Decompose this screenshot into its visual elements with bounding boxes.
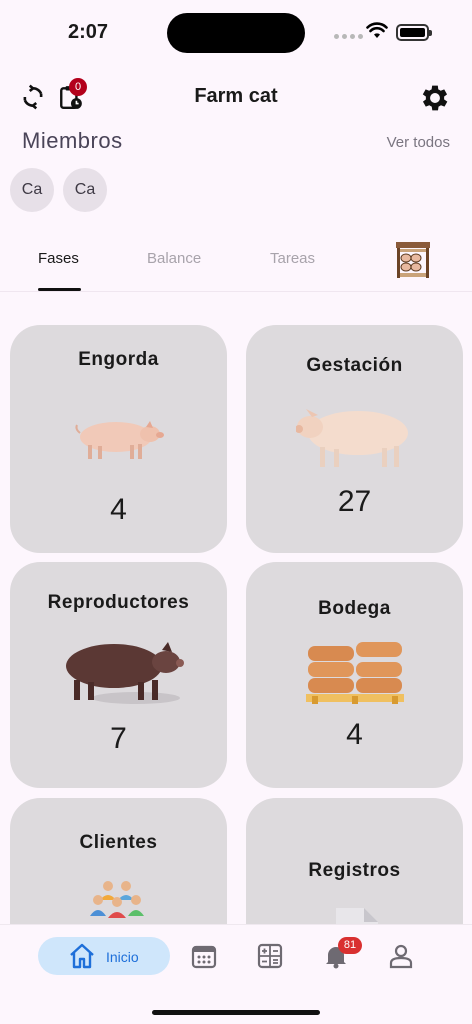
cellular-signal-icon xyxy=(334,34,363,39)
member-avatar[interactable]: Ca xyxy=(63,168,107,212)
card-engorda[interactable]: Engorda 4 xyxy=(10,325,227,553)
wifi-icon xyxy=(366,22,388,38)
calculator-icon[interactable] xyxy=(257,943,283,969)
card-count: 7 xyxy=(110,722,127,755)
document-icon xyxy=(336,908,378,924)
feed-sacks-icon xyxy=(306,642,404,704)
profile-icon[interactable] xyxy=(388,943,414,969)
status-time: 2:07 xyxy=(68,21,109,43)
bottom-navigation: Inicio 81 xyxy=(0,924,472,1024)
active-tab-indicator xyxy=(38,288,81,291)
see-all-link[interactable]: Ver todos xyxy=(387,134,450,151)
tab-fases[interactable]: Fases xyxy=(38,250,79,267)
notifications-badge: 81 xyxy=(338,937,362,954)
member-avatar[interactable]: Ca xyxy=(10,168,54,212)
card-title: Registros xyxy=(308,860,401,881)
card-title: Gestación xyxy=(306,355,403,376)
dynamic-island xyxy=(167,13,305,53)
card-title: Clientes xyxy=(79,832,158,853)
home-icon xyxy=(70,943,94,969)
app-title: Farm cat xyxy=(194,85,278,107)
card-reproductores[interactable]: Reproductores 7 xyxy=(10,562,227,788)
pig-farm-icon[interactable] xyxy=(394,240,432,280)
card-clientes[interactable]: Clientes xyxy=(10,798,227,924)
calendar-icon[interactable] xyxy=(191,943,217,969)
tab-balance[interactable]: Balance xyxy=(147,250,201,267)
nav-home-label: Inicio xyxy=(106,949,139,965)
home-indicator xyxy=(152,1010,320,1015)
battery-icon xyxy=(396,24,432,41)
nav-home[interactable]: Inicio xyxy=(38,937,170,975)
card-bodega[interactable]: Bodega 4 xyxy=(246,562,463,788)
pig-icon xyxy=(75,421,164,459)
app-bar: 0 Farm cat xyxy=(0,72,472,120)
card-count: 4 xyxy=(110,493,127,526)
sow-icon xyxy=(296,409,408,467)
card-title: Bodega xyxy=(318,598,391,619)
phase-tabs: Fases Balance Tareas xyxy=(0,236,472,292)
tab-tareas[interactable]: Tareas xyxy=(270,250,315,267)
card-count: 27 xyxy=(337,485,372,518)
members-title: Miembros xyxy=(22,128,123,153)
phase-grid: Engorda 4 Gestación 27 Reproductores 7 B… xyxy=(0,300,472,924)
status-bar: 2:07 xyxy=(0,0,472,60)
people-icon xyxy=(90,881,144,918)
card-title: Reproductores xyxy=(47,592,190,613)
settings-gear-icon[interactable] xyxy=(418,81,452,115)
card-registros[interactable]: Registros xyxy=(246,798,463,924)
card-title: Engorda xyxy=(78,349,159,370)
card-count: 4 xyxy=(346,718,363,751)
boar-icon xyxy=(66,642,184,704)
card-gestacion[interactable]: Gestación 27 xyxy=(246,325,463,553)
